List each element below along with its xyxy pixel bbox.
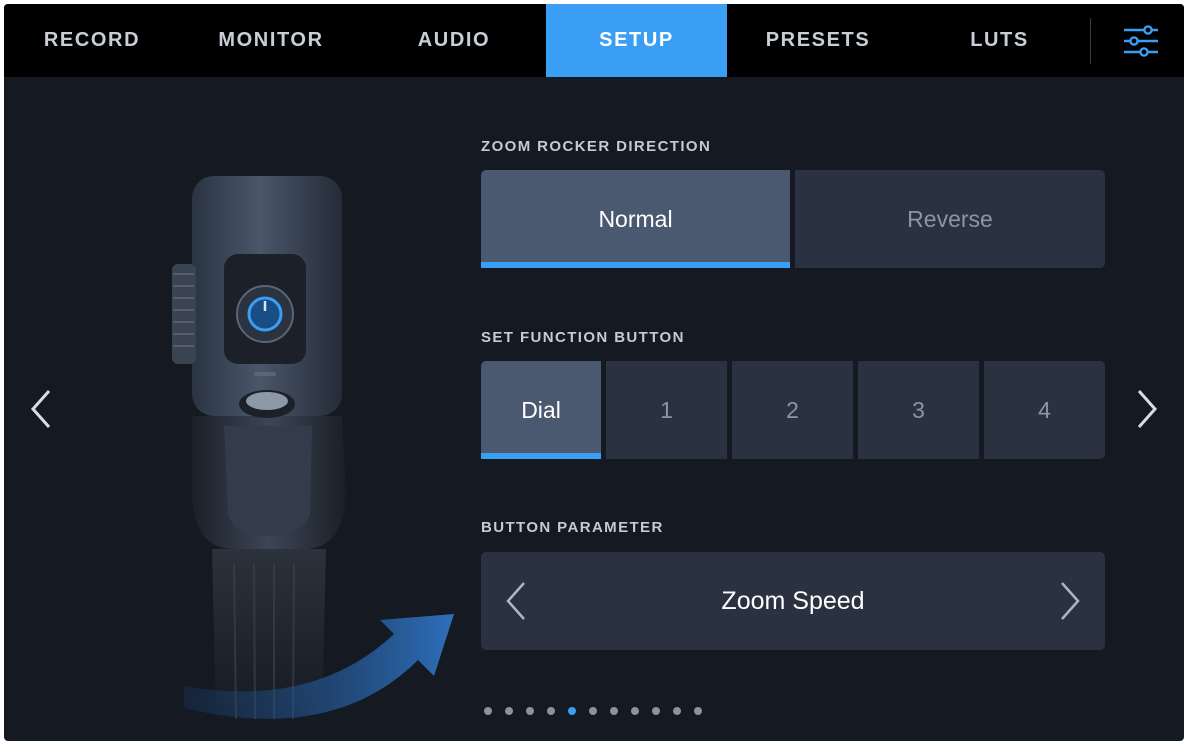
page-dot[interactable] [526, 707, 534, 715]
next-page-button[interactable] [1132, 386, 1162, 432]
page-dot[interactable] [673, 707, 681, 715]
parameter-next-button[interactable] [1055, 578, 1085, 624]
page-dot[interactable] [505, 707, 513, 715]
zoom-normal-label: Normal [598, 205, 673, 232]
previous-page-button[interactable] [26, 386, 56, 432]
tab-monitor[interactable]: MONITOR [180, 4, 362, 77]
page-dot[interactable] [547, 707, 555, 715]
tab-label: MONITOR [218, 29, 324, 51]
tab-label: AUDIO [417, 29, 491, 51]
tab-label: PRESETS [765, 29, 871, 51]
function-1-label: 1 [660, 396, 673, 423]
page-dot[interactable] [589, 707, 597, 715]
page-dot[interactable] [694, 707, 702, 715]
tab-label: LUTS [970, 29, 1029, 51]
function-4-label: 4 [1038, 396, 1051, 423]
sliders-icon [1124, 24, 1158, 57]
tab-label: RECORD [43, 29, 141, 51]
selected-indicator [481, 262, 790, 268]
zoom-rocker-label: ZOOM ROCKER DIRECTION [481, 138, 712, 155]
zoom-handle-illustration [172, 176, 454, 724]
camera-setup-screen: RECORD MONITOR AUDIO SETUP PRESETS LUTS [4, 4, 1184, 741]
button-parameter-value: Zoom Speed [721, 586, 865, 615]
function-3-button[interactable]: 3 [858, 361, 979, 459]
settings-button[interactable] [1098, 4, 1184, 77]
tab-divider [1090, 18, 1091, 64]
page-dot[interactable] [610, 707, 618, 715]
tab-record[interactable]: RECORD [4, 4, 180, 77]
selected-indicator [481, 453, 601, 459]
tab-presets[interactable]: PRESETS [727, 4, 909, 77]
page-dot[interactable] [652, 707, 660, 715]
chevron-left-icon [30, 390, 51, 428]
zoom-normal-button[interactable]: Normal [481, 170, 790, 268]
chevron-left-icon [506, 582, 525, 620]
chevron-right-icon [1061, 582, 1080, 620]
tab-luts[interactable]: LUTS [909, 4, 1090, 77]
function-dial-button[interactable]: Dial [481, 361, 601, 459]
tab-setup[interactable]: SETUP [546, 4, 727, 77]
zoom-reverse-button[interactable]: Reverse [795, 170, 1105, 268]
page-dot[interactable] [631, 707, 639, 715]
function-3-label: 3 [912, 396, 925, 423]
tab-audio[interactable]: AUDIO [362, 4, 546, 77]
page-dot[interactable] [568, 707, 576, 715]
function-4-button[interactable]: 4 [984, 361, 1105, 459]
page-dot[interactable] [484, 707, 492, 715]
function-2-button[interactable]: 2 [732, 361, 853, 459]
chevron-right-icon [1137, 390, 1158, 428]
function-button-label: SET FUNCTION BUTTON [481, 329, 685, 346]
button-parameter-selector: Zoom Speed [481, 552, 1105, 650]
function-dial-label: Dial [521, 396, 561, 423]
zoom-reverse-label: Reverse [907, 205, 993, 232]
function-1-button[interactable]: 1 [606, 361, 727, 459]
parameter-previous-button[interactable] [501, 578, 531, 624]
tab-label: SETUP [599, 29, 674, 51]
button-parameter-label: BUTTON PARAMETER [481, 519, 664, 536]
function-2-label: 2 [786, 396, 799, 423]
top-tab-bar: RECORD MONITOR AUDIO SETUP PRESETS LUTS [4, 4, 1184, 77]
